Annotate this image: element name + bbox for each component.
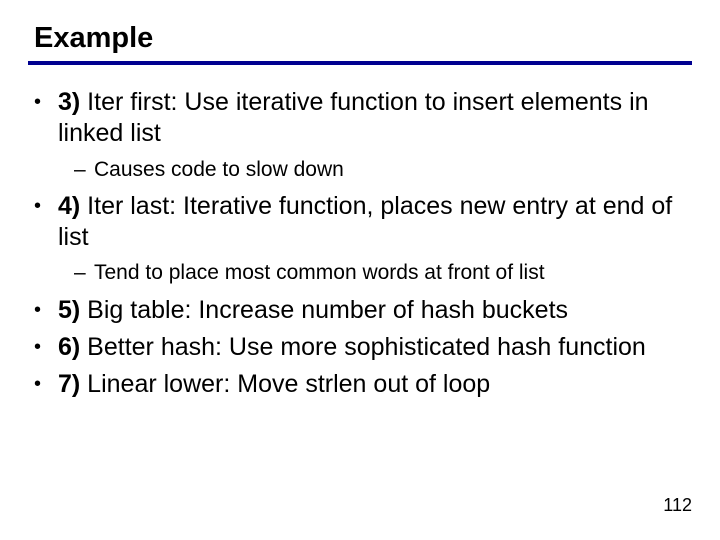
item-number: 7) (58, 370, 80, 398)
item-number: 6) (58, 333, 80, 361)
dash-icon: – (74, 259, 94, 286)
item-body: Big table: Increase number of hash bucke… (80, 296, 568, 324)
bullet-icon: • (34, 87, 58, 150)
page-number: 112 (663, 495, 692, 516)
slide-title: Example (34, 22, 692, 55)
item-text: 4) Iter last: Iterative function, places… (58, 191, 686, 254)
list-item: • 3) Iter first: Use iterative function … (34, 87, 686, 150)
item-text: 3) Iter first: Use iterative function to… (58, 87, 686, 150)
sub-item-text: Causes code to slow down (94, 156, 686, 183)
slide-content: Example • 3) Iter first: Use iterative f… (0, 0, 720, 400)
sub-list-item: – Causes code to slow down (74, 156, 686, 183)
list-item: • 7) Linear lower: Move strlen out of lo… (34, 369, 686, 400)
dash-icon: – (74, 156, 94, 183)
item-text: 7) Linear lower: Move strlen out of loop (58, 369, 686, 400)
title-underline (28, 61, 692, 65)
item-number: 4) (58, 192, 80, 220)
list-item: • 6) Better hash: Use more sophisticated… (34, 332, 686, 363)
sub-item-text: Tend to place most common words at front… (94, 259, 686, 286)
bullet-icon: • (34, 295, 58, 326)
item-number: 3) (58, 88, 80, 116)
item-body: Linear lower: Move strlen out of loop (80, 370, 490, 398)
item-body: Better hash: Use more sophisticated hash… (80, 333, 646, 361)
item-number: 5) (58, 296, 80, 324)
list-item: • 5) Big table: Increase number of hash … (34, 295, 686, 326)
item-text: 6) Better hash: Use more sophisticated h… (58, 332, 686, 363)
slide-body: • 3) Iter first: Use iterative function … (28, 87, 692, 400)
bullet-icon: • (34, 191, 58, 254)
item-body: Iter first: Use iterative function to in… (58, 88, 649, 147)
bullet-icon: • (34, 369, 58, 400)
sub-list-item: – Tend to place most common words at fro… (74, 259, 686, 286)
bullet-icon: • (34, 332, 58, 363)
list-item: • 4) Iter last: Iterative function, plac… (34, 191, 686, 254)
item-text: 5) Big table: Increase number of hash bu… (58, 295, 686, 326)
item-body: Iter last: Iterative function, places ne… (58, 192, 672, 251)
